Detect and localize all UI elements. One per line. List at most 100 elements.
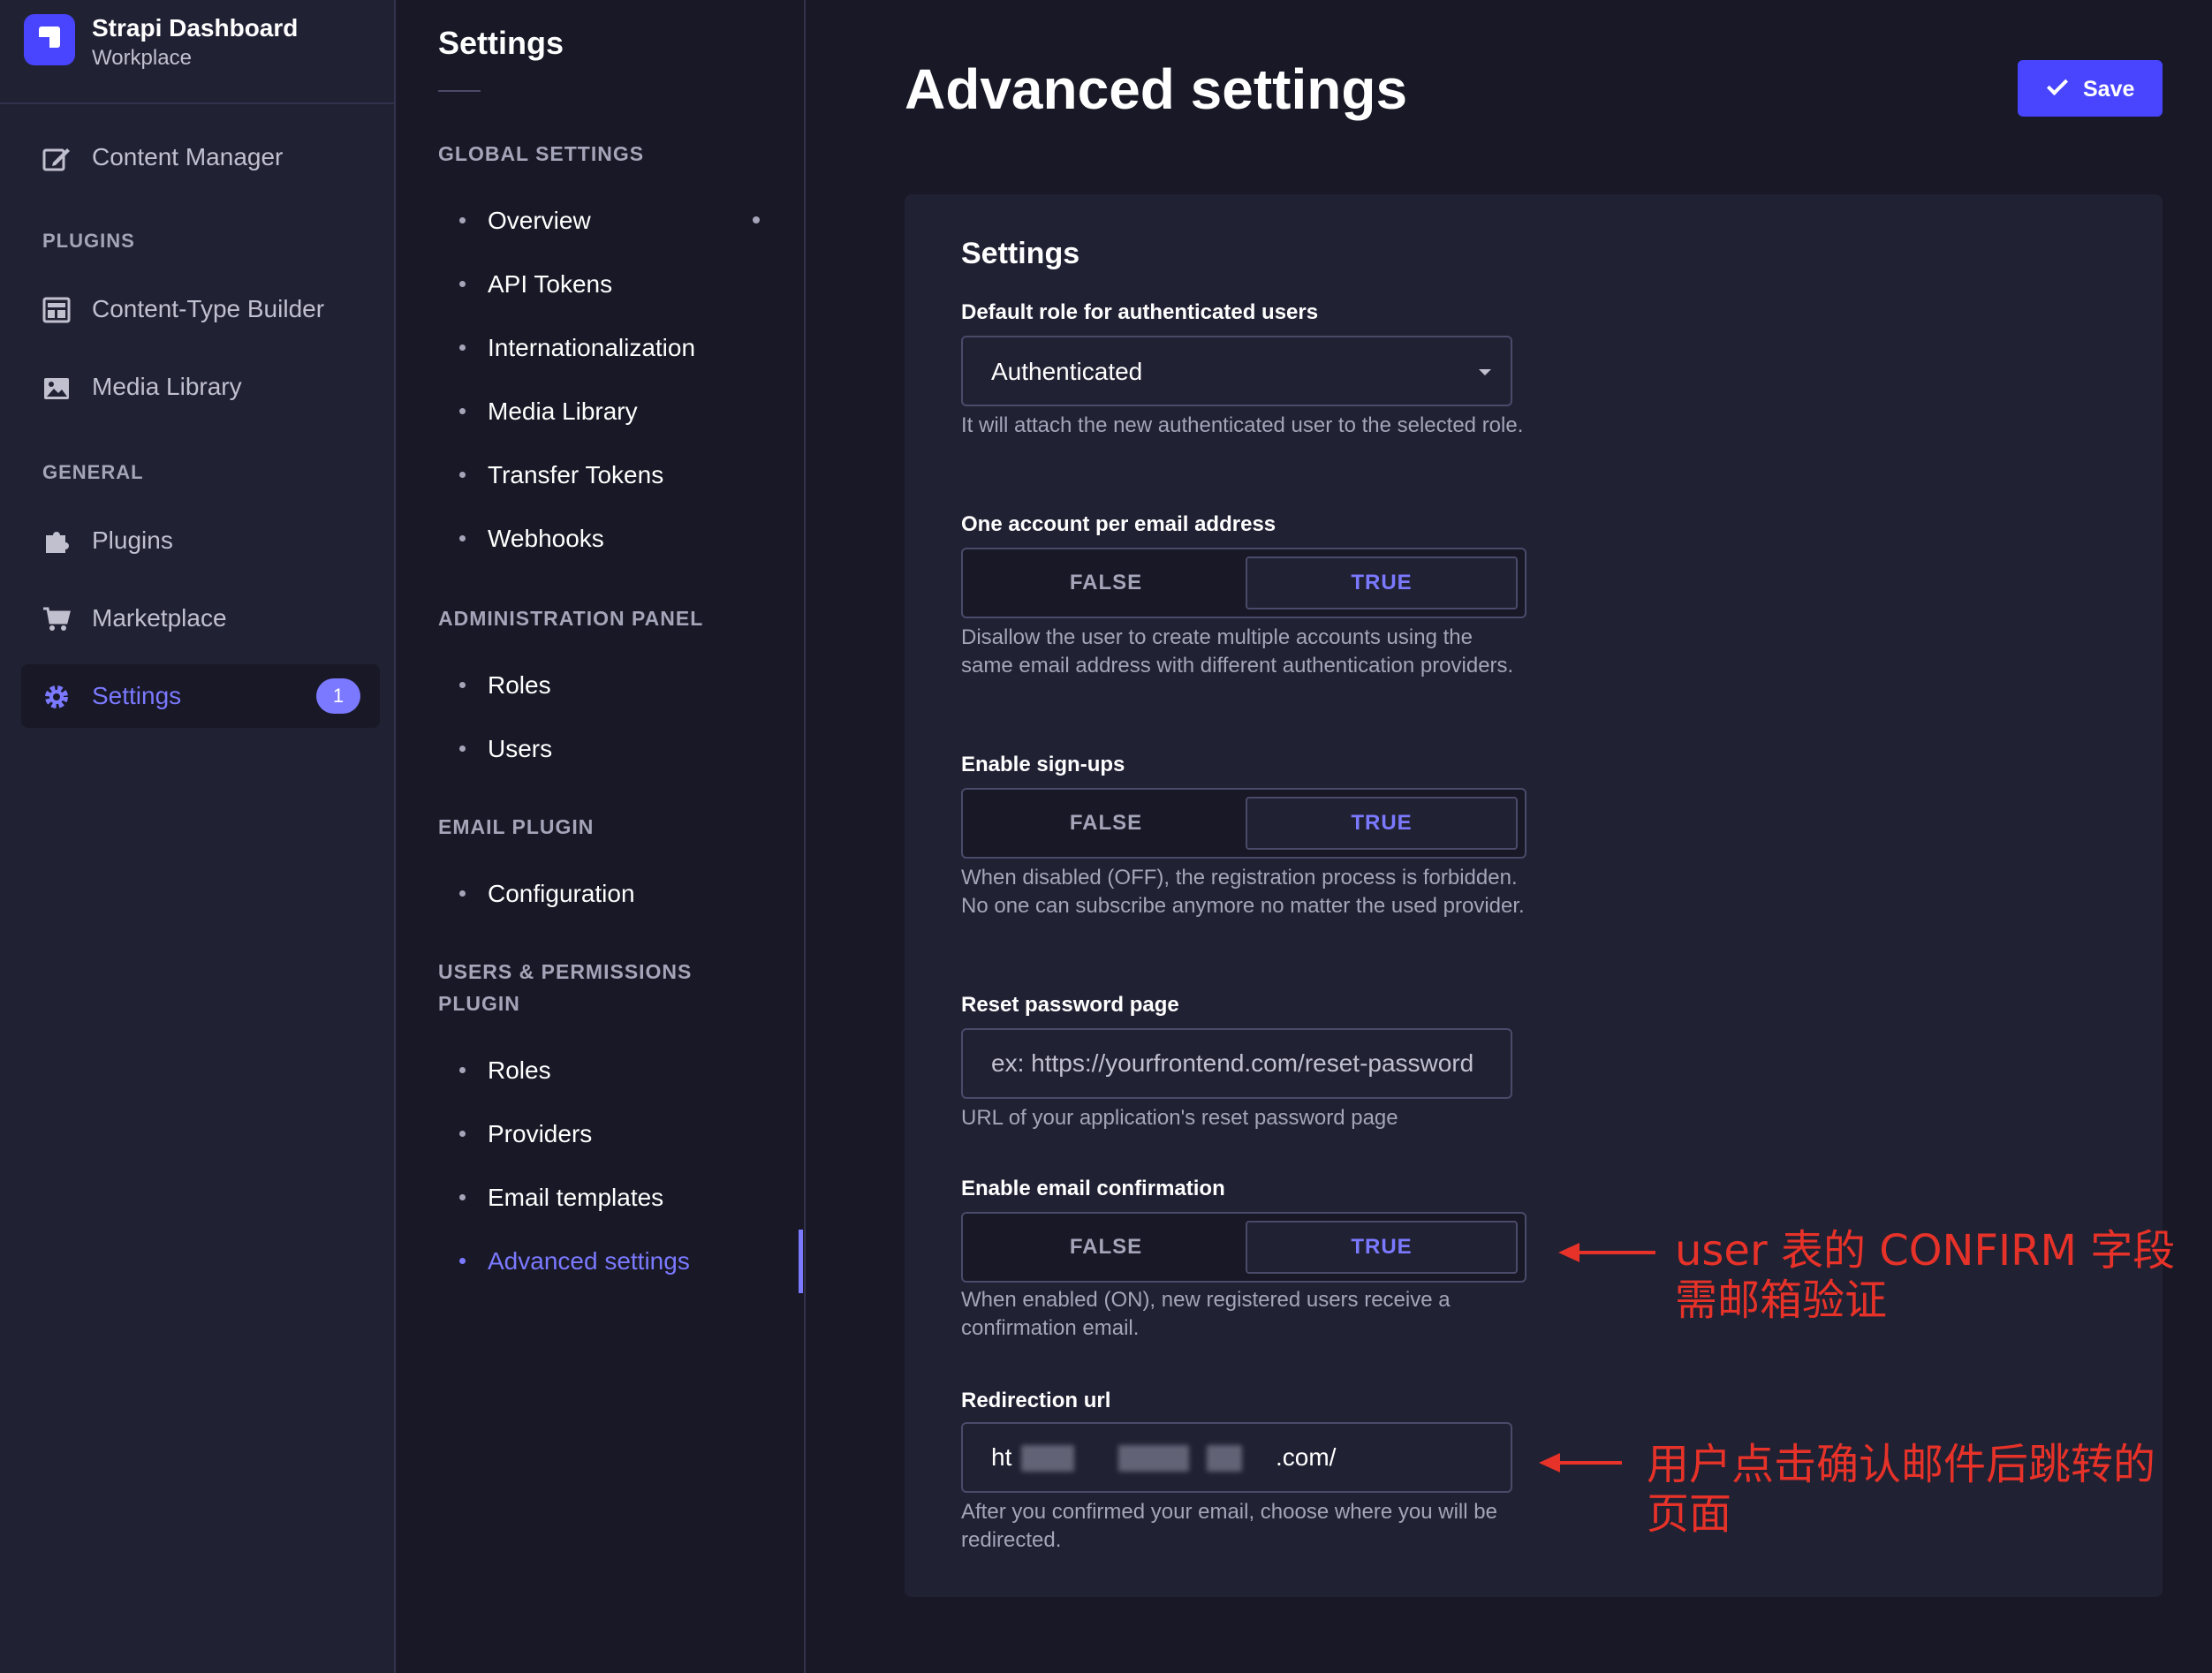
bullet-icon bbox=[459, 535, 466, 541]
settings-card: Settings Default role for authenticated … bbox=[905, 194, 2163, 1597]
section-users-permissions: USERS & PERMISSIONS PLUGIN bbox=[438, 960, 693, 1015]
redirection-url-hint: After you confirmed your email, choose w… bbox=[961, 1500, 1497, 1552]
layout-icon bbox=[42, 297, 71, 323]
main-nav: Strapi Dashboard Workplace Content Manag… bbox=[0, 0, 396, 1673]
indicator-dot-icon bbox=[753, 216, 760, 223]
sub-link-email-configuration[interactable]: Configuration bbox=[438, 873, 774, 917]
nav-label: Settings bbox=[92, 682, 182, 709]
sub-link-transfer-tokens[interactable]: Transfer Tokens bbox=[438, 454, 774, 498]
bullet-icon bbox=[459, 344, 466, 351]
sub-link-media-library[interactable]: Media Library bbox=[438, 390, 774, 435]
nav-item-content-type-builder[interactable]: Content-Type Builder bbox=[21, 277, 380, 341]
puzzle-icon bbox=[46, 532, 69, 553]
sub-link-label: Overview bbox=[488, 207, 591, 234]
toggle-false-option[interactable]: FALSE bbox=[970, 797, 1242, 850]
sub-link-label: Roles bbox=[488, 1056, 551, 1084]
brand-subtitle: Workplace bbox=[92, 46, 192, 70]
redirection-url-suffix: .com/ bbox=[1276, 1443, 1337, 1471]
nav-section-plugins: PLUGINS bbox=[42, 230, 135, 252]
sub-link-label: API Tokens bbox=[488, 270, 613, 298]
brand-title: Strapi Dashboard bbox=[92, 14, 299, 42]
bullet-icon bbox=[459, 1131, 466, 1137]
sub-link-label: Transfer Tokens bbox=[488, 461, 664, 488]
email-confirmation-hint: When enabled (ON), new registered users … bbox=[961, 1288, 1451, 1340]
bullet-icon bbox=[459, 281, 466, 287]
annotation-confirm-note: user 表的 CONFIRM 字段需邮箱验证 bbox=[1675, 1226, 2176, 1325]
bullet-icon bbox=[459, 217, 466, 223]
sub-nav-title: Settings bbox=[438, 25, 564, 61]
select-value: Authenticated bbox=[991, 358, 1143, 385]
enable-signups-label: Enable sign-ups bbox=[961, 753, 1125, 776]
caret-down-icon bbox=[1479, 369, 1491, 375]
section-global-settings: GLOBAL SETTINGS bbox=[438, 142, 645, 165]
unique-email-label: One account per email address bbox=[961, 512, 1276, 536]
sub-link-advanced-settings[interactable]: Advanced settings bbox=[438, 1240, 774, 1284]
section-administration-panel: ADMINISTRATION PANEL bbox=[438, 607, 704, 630]
save-button-label: Save bbox=[2083, 77, 2135, 102]
page-title: Advanced settings bbox=[905, 57, 1408, 121]
active-indicator bbox=[799, 1230, 803, 1293]
nav-item-media-library[interactable]: Media Library bbox=[21, 355, 380, 419]
bullet-icon bbox=[459, 682, 466, 688]
nav-item-marketplace[interactable]: Marketplace bbox=[21, 587, 380, 650]
nav-label: Content-Type Builder bbox=[92, 295, 325, 322]
sub-link-label: Internationalization bbox=[488, 334, 696, 361]
bullet-icon bbox=[459, 1258, 466, 1264]
sub-link-admin-roles[interactable]: Roles bbox=[438, 664, 774, 708]
annotation-arrow-icon bbox=[1558, 1243, 1655, 1262]
sub-link-up-roles[interactable]: Roles bbox=[438, 1049, 774, 1094]
settings-sub-nav: Settings GLOBAL SETTINGS Overview API To… bbox=[396, 0, 806, 1673]
redacted-region bbox=[1021, 1445, 1074, 1472]
nav-item-plugins[interactable]: Plugins bbox=[21, 509, 380, 572]
sub-link-overview[interactable]: Overview bbox=[438, 200, 774, 244]
divider bbox=[438, 90, 481, 92]
annotation-arrow-icon bbox=[1539, 1453, 1622, 1472]
reset-password-hint: URL of your application's reset password… bbox=[961, 1106, 1398, 1130]
toggle-true-option[interactable]: TRUE bbox=[1246, 797, 1518, 850]
toggle-true-option[interactable]: TRUE bbox=[1246, 1221, 1518, 1274]
redirection-url-field[interactable]: ht .com/ bbox=[961, 1422, 1512, 1493]
card-title: Settings bbox=[961, 237, 1080, 270]
sub-link-internationalization[interactable]: Internationalization bbox=[438, 327, 774, 371]
cart-icon bbox=[43, 607, 71, 631]
nav-item-settings[interactable]: Settings 1 bbox=[21, 664, 380, 728]
unique-email-hint: Disallow the user to create multiple acc… bbox=[961, 625, 1514, 678]
sub-link-label: Advanced settings bbox=[488, 1247, 690, 1275]
nav-label: Content Manager bbox=[92, 143, 284, 170]
nav-item-content-manager[interactable]: Content Manager bbox=[21, 125, 380, 189]
sub-link-label: Media Library bbox=[488, 397, 638, 425]
sub-link-label: Roles bbox=[488, 671, 551, 699]
bullet-icon bbox=[459, 408, 466, 414]
toggle-false-option[interactable]: FALSE bbox=[970, 556, 1242, 609]
nav-section-general: GENERAL bbox=[42, 461, 144, 483]
default-role-label: Default role for authenticated users bbox=[961, 300, 1319, 324]
reset-password-input[interactable] bbox=[963, 1030, 1511, 1097]
strapi-logo-icon bbox=[24, 14, 75, 65]
redacted-region bbox=[1118, 1445, 1189, 1472]
sub-link-providers[interactable]: Providers bbox=[438, 1113, 774, 1157]
default-role-select[interactable]: Authenticated bbox=[961, 336, 1512, 406]
nav-label: Media Library bbox=[92, 373, 242, 400]
sub-link-api-tokens[interactable]: API Tokens bbox=[438, 263, 774, 307]
pencil-icon bbox=[42, 148, 70, 171]
annotation-redirect-note: 用户点击确认邮件后跳转的页面 bbox=[1647, 1440, 2156, 1539]
sub-link-admin-users[interactable]: Users bbox=[438, 728, 774, 772]
redirection-url-prefix: ht bbox=[991, 1443, 1012, 1471]
bullet-icon bbox=[459, 472, 466, 478]
toggle-false-option[interactable]: FALSE bbox=[970, 1221, 1242, 1274]
toggle-true-option[interactable]: TRUE bbox=[1246, 556, 1518, 609]
sub-link-webhooks[interactable]: Webhooks bbox=[438, 518, 774, 562]
sub-link-label: Email templates bbox=[488, 1184, 664, 1211]
sub-link-label: Configuration bbox=[488, 880, 635, 907]
save-button[interactable]: Save bbox=[2018, 60, 2163, 117]
redacted-region bbox=[1207, 1445, 1242, 1472]
reset-password-label: Reset password page bbox=[961, 993, 1179, 1017]
unique-email-toggle: FALSE TRUE bbox=[961, 548, 1526, 618]
sub-link-label: Providers bbox=[488, 1120, 593, 1147]
sub-link-label: Users bbox=[488, 735, 553, 762]
enable-signups-toggle: FALSE TRUE bbox=[961, 788, 1526, 859]
section-email-plugin: EMAIL PLUGIN bbox=[438, 815, 595, 838]
notification-badge: 1 bbox=[316, 678, 360, 714]
enable-signups-hint: When disabled (OFF), the registration pr… bbox=[961, 866, 1525, 918]
sub-link-email-templates[interactable]: Email templates bbox=[438, 1177, 774, 1221]
